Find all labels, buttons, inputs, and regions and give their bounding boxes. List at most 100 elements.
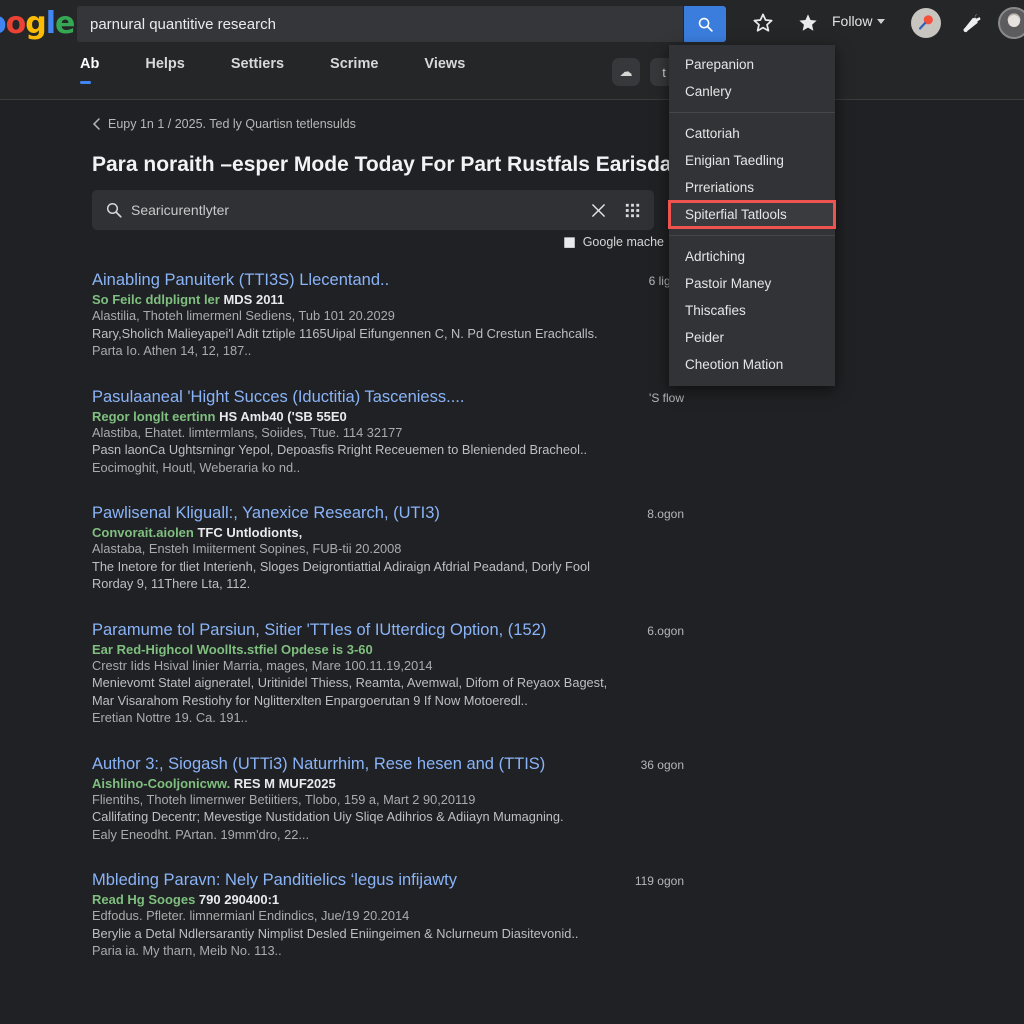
page-search-actions [590,190,654,230]
tab-views[interactable]: Views [424,56,465,84]
chevron-left-icon [92,118,100,130]
cloud-icon-button[interactable]: ☁ [612,58,640,86]
search-icon [106,202,122,218]
result-line: Mar Visarahom Restiohy for Nglitterxlten… [92,692,528,708]
page-search-input[interactable]: Searicurentlyter [92,190,654,230]
result-meta: 36 ogon [640,757,684,772]
result-meta: 6.ogon [647,623,684,638]
result-source-bold: 790 290400:1 [198,892,280,907]
result-line: Callifating Decentr; Mevestige Nustidati… [92,809,564,824]
follow-label: Follow [832,13,873,29]
follow-button[interactable]: Follow [832,13,886,29]
menu-item-canlery[interactable]: Canlery [669,78,835,105]
result-title[interactable]: Author 3:, Siogash (UTTi3) Naturrhim, Re… [92,755,545,774]
result-item: Paramume tol Parsiun, Sitier 'TTIes of I… [92,621,952,727]
result-source: Read Hg Sooges 790 290400:1 [92,892,952,907]
result-meta: 'S flow [649,390,684,405]
result-title[interactable]: Ainabling Panuiterk (TTI3S) Llecentand.. [92,271,389,290]
result-title[interactable]: Pasulaaneal 'Hight Succes (Iductitia) Ta… [92,388,464,407]
result-line: Alastiba, Ehatet. limtermlans, Soiides, … [92,424,403,440]
menu-item-prreriations[interactable]: Prreriations [669,174,835,201]
menu-divider [669,235,835,236]
result-source: Aishlino-Cooljonicww. RES M MUF2025 [92,776,952,791]
result-item: Author 3:, Siogash (UTTi3) Naturrhim, Re… [92,755,952,844]
result-source-bold: MDS 2011 [223,292,285,307]
tab-scrime[interactable]: Scrime [330,56,378,84]
result-meta: 8.ogon [647,507,684,521]
menu-item-enigian-taedling[interactable]: Enigian Taedling [669,147,835,174]
apps-grid-icon[interactable] [625,203,640,218]
lollipop-button[interactable] [911,8,941,38]
wrench-icon [963,13,981,33]
avatar[interactable] [998,7,1024,39]
menu-item-cheotion-mation[interactable]: Cheotion Mation [669,351,835,378]
result-source-green: Ear Red-Highcol Woollts.stfiel Opdese is… [92,641,373,657]
result-source: Convorait.aiolen TFC Untlodionts, [92,525,952,540]
result-line: Flientihs, Thoteh limernwer Betiitiers, … [92,791,476,807]
breadcrumb-label: Eupy 1n 1 / 2025. Ted ly Quartisn tetlen… [108,117,356,131]
google-machine-label: ▮▮ Google mache [563,234,664,250]
m-glyph-icon: ▮▮ [563,234,575,249]
global-search-value: parnural quantitive research [90,15,276,33]
result-source-green: Convorait.aiolen [92,525,194,540]
star-filled-icon [799,14,817,31]
menu-item-spiterfial-tatlools[interactable]: Spiterfial Tatlools [668,200,836,229]
chevron-down-icon [877,18,886,24]
avatar-face [1008,15,1020,27]
result-source: Ear Red-Highcol Woollts.stfiel Opdese is… [92,642,952,657]
breadcrumb[interactable]: Eupy 1n 1 / 2025. Ted ly Quartisn tetlen… [92,117,356,131]
menu-item-pastoir-maney[interactable]: Pastoir Maney [669,270,835,297]
result-title[interactable]: Pawlisenal Kliguall:, Yanexice Research,… [92,504,440,523]
menu-item-thiscafies[interactable]: Thiscafies [669,297,835,324]
search-icon [698,17,713,32]
result-line: Paria ia. My tharn, Meib No. 113.. [92,943,282,958]
wrench-button[interactable] [957,9,987,37]
result-item: Mbleding Paravn: Nely Panditielics ‘legu… [92,871,952,960]
result-item: Pasulaaneal 'Hight Succes (Iductitia) Ta… [92,388,952,477]
machine-label-text: Google mache [582,235,664,249]
result-line: Menievomt Statel aigneratel, Uritinidel … [92,675,608,690]
menu-item-parepanion[interactable]: Parepanion [669,51,835,78]
result-source: Regor longlt eertinn HS Amb40 ('SB 55E0 [92,409,952,424]
result-source-green: Read Hg Sooges [92,892,196,907]
page-title: Para noraith –esper Mode Today For Part … [92,153,685,176]
lollipop-icon [918,15,933,30]
close-icon[interactable] [590,202,607,219]
header-tabs: Ab Helps Settiers Scrime Views [80,56,511,84]
result-source-green: So Feilc ddlplignt ler [92,292,220,307]
result-line: The Inetore for tliet Interienh, Sloges … [92,558,590,574]
menu-divider [669,112,835,113]
result-line: Rorday 9, 11There Lta, 112. [92,576,251,591]
menu-item-peider[interactable]: Peider [669,324,835,351]
tab-settiers[interactable]: Settiers [231,56,284,84]
star-outline-button[interactable] [748,8,778,38]
result-source-green: Aishlino-Cooljonicww. [92,775,231,791]
tab-helps[interactable]: Helps [145,56,185,84]
result-line: Ealy Eneodht. PArtan. 19mm'dro, 22... [92,826,310,842]
dropdown-menu: Parepanion Canlery Cattoriah Enigian Tae… [668,45,836,386]
result-item: Pawlisenal Kliguall:, Yanexice Research,… [92,504,952,593]
result-source-green: Regor longlt eertinn [92,408,216,424]
top-header: oogle parnural quantitive research Follo… [0,0,1024,100]
result-line: Eocimoghit, Houtl, Weberaria ko nd.. [92,459,301,475]
google-logo[interactable]: oogle [0,8,75,40]
star-filled-button[interactable] [793,8,823,38]
result-meta: 119 ogon [634,874,684,888]
result-line: Berylie a Detal Ndlersarantiy Nimplist D… [92,925,579,941]
result-title[interactable]: Paramume tol Parsiun, Sitier 'TTIes of I… [92,621,546,640]
result-line: Alastaba, Ensteh Imiiterment Sopines, FU… [92,541,402,556]
result-line: Crestr Iids Hsival linier Marria, mages,… [92,657,433,673]
result-line: Eretian Nottre 19. Ca. 191.. [92,710,248,725]
tab-ab[interactable]: Ab [80,56,99,84]
result-source-bold: TFC Untlodionts, [197,525,303,540]
star-outline-icon [753,13,773,32]
menu-item-adrtiching[interactable]: Adrtiching [669,243,835,270]
result-source-bold: HS Amb40 ('SB 55E0 [219,408,347,424]
result-source-bold: RES M MUF2025 [233,775,336,791]
search-submit-button[interactable] [684,6,726,42]
menu-item-cattoriah[interactable]: Cattoriah [669,120,835,147]
result-line: Edfodus. Pfleter. limnermianl Endindics,… [92,908,410,923]
page-search-placeholder: Searicurentlyter [131,202,230,218]
result-title[interactable]: Mbleding Paravn: Nely Panditielics ‘legu… [92,871,457,890]
global-search-input[interactable]: parnural quantitive research [77,6,683,42]
